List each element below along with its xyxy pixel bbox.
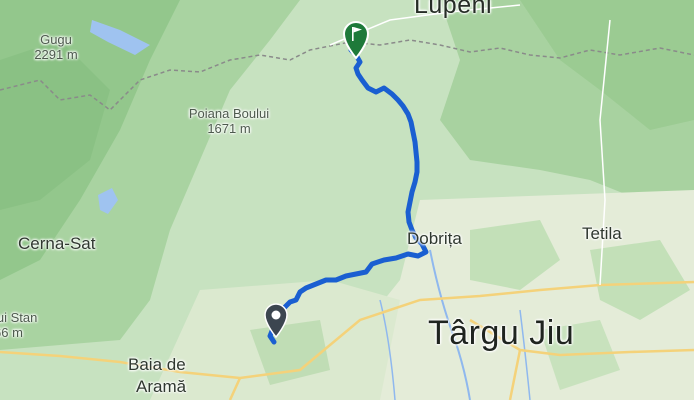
peak-label-poiana-boului: Poiana Boului 1671 m [172, 106, 286, 136]
peak-name: Gugu [40, 32, 72, 47]
place-label-baia-de-arama: Baia de Aramă [128, 354, 186, 398]
start-pin-icon[interactable] [262, 303, 290, 339]
map-terrain [0, 0, 694, 400]
peak-name: Poiana Boului [188, 106, 270, 121]
place-label-targu-jiu: Târgu Jiu [428, 314, 575, 352]
peak-elevation: 66 m [0, 325, 23, 340]
finish-flag-pin-icon[interactable] [341, 20, 371, 60]
peak-elevation: 2291 m [34, 47, 78, 62]
peak-label-lui-stan: lui Stan 66 m [0, 310, 37, 340]
place-label-line-2: Aramă [136, 377, 187, 396]
place-label-dobrita: Dobrița [407, 229, 462, 248]
peak-name: lui Stan [0, 310, 38, 325]
place-label-cerna-sat: Cerna-Sat [18, 234, 96, 253]
peak-label-gugu: Gugu 2291 m [30, 32, 82, 62]
place-label-line-1: Baia de [128, 355, 186, 374]
place-label-lupeni: Lupeni [414, 0, 493, 19]
peak-elevation: 1671 m [207, 121, 251, 136]
map-canvas[interactable]: Lupeni Gugu 2291 m Poiana Boului 1671 m … [0, 0, 694, 400]
place-label-tetila: Tetila [582, 224, 622, 243]
